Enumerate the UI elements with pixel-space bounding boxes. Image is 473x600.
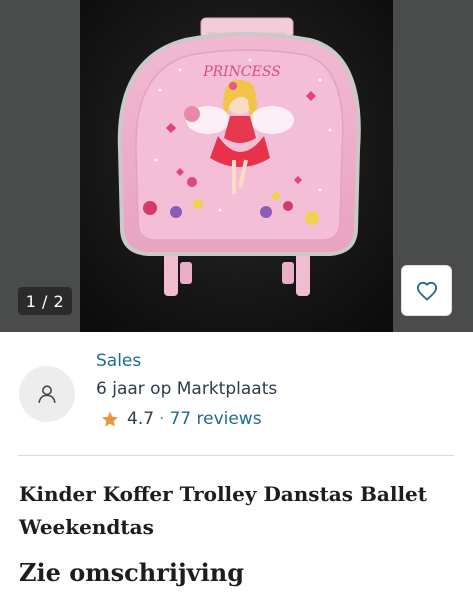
favorite-button[interactable] bbox=[401, 265, 452, 316]
seller-avatar[interactable] bbox=[19, 366, 75, 422]
user-icon bbox=[38, 385, 56, 404]
product-photo[interactable]: PRINCESS bbox=[80, 0, 393, 332]
seller-rating: 4.7 · 77 reviews bbox=[100, 409, 262, 429]
heart-outline-icon bbox=[416, 281, 437, 301]
divider bbox=[18, 455, 454, 456]
bag-print-text: PRINCESS bbox=[202, 64, 281, 80]
rating-separator: · bbox=[159, 409, 165, 429]
backpack-illustration: PRINCESS bbox=[80, 0, 393, 332]
image-gallery[interactable]: PRINCESS 1 / 2 bbox=[0, 0, 473, 332]
description-heading: Zie omschrijving bbox=[19, 558, 244, 587]
rating-value: 4.7 bbox=[127, 409, 155, 429]
reviews-link[interactable]: 77 reviews bbox=[169, 409, 261, 429]
star-icon bbox=[102, 411, 118, 427]
seller-membership: 6 jaar op Marktplaats bbox=[96, 379, 278, 399]
listing-title: Kinder Koffer Trolley Danstas Ballet Wee… bbox=[19, 482, 428, 539]
image-counter: 1 / 2 bbox=[18, 287, 72, 315]
seller-name-link[interactable]: Sales bbox=[96, 351, 141, 371]
